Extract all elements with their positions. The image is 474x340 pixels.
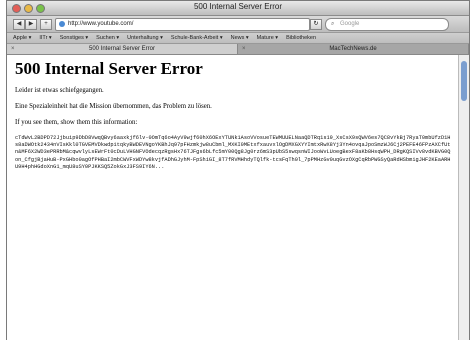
- address-bar[interactable]: http://www.youtube.com/: [55, 18, 310, 31]
- tab-bar: × 500 Internal Server Error × MacTechNew…: [7, 44, 469, 55]
- bookmark-sonstiges[interactable]: Sonstiges ▾: [60, 35, 88, 41]
- browser-toolbar: ◀ ▶ + http://www.youtube.com/ ↻ ⌕ Google: [7, 16, 469, 33]
- refresh-icon[interactable]: ↻: [310, 19, 322, 30]
- search-icon: ⌕: [331, 21, 335, 27]
- close-tab-icon[interactable]: ×: [11, 44, 15, 54]
- vertical-scrollbar[interactable]: [458, 55, 469, 340]
- page-heading: 500 Internal Server Error: [15, 59, 203, 78]
- bookmark-apple[interactable]: Apple ▾: [13, 35, 31, 41]
- debug-info-block: cTdWvL2BDPD72Jjbuip9DbD8VwqQBvy6aaxkjf6l…: [15, 135, 451, 170]
- bookmark-suchen[interactable]: Suchen ▾: [96, 35, 119, 41]
- tab-label: MacTechNews.de: [329, 46, 377, 52]
- bookmark-schule-bank-arbeit[interactable]: Schule-Bank-Arbeit ▾: [171, 35, 223, 41]
- page-content: 500 Internal Server Error Leider ist etw…: [7, 55, 459, 340]
- bookmark-news[interactable]: News ▾: [231, 35, 249, 41]
- forward-button[interactable]: ▶: [25, 19, 37, 30]
- url-text: http://www.youtube.com/: [68, 21, 134, 27]
- site-icon: [59, 21, 65, 27]
- error-message-line-2: Eine Spezialeinheit hat die Mission über…: [15, 103, 212, 110]
- window-title: 500 Internal Server Error: [193, 2, 283, 11]
- scrollbar-thumb[interactable]: [461, 61, 467, 101]
- tab-label: 500 Internal Server Error: [88, 46, 156, 52]
- bookmark-iitr[interactable]: IITr ▾: [39, 35, 51, 41]
- title-bar: 500 Internal Server Error: [7, 1, 469, 16]
- tab-mactechnews[interactable]: × MacTechNews.de: [238, 44, 469, 54]
- tab-500-error[interactable]: × 500 Internal Server Error: [7, 44, 238, 54]
- add-bookmark-button[interactable]: +: [40, 19, 52, 30]
- error-message-line-3: If you see them, show them this informat…: [15, 119, 138, 126]
- browser-window: 500 Internal Server Error ◀ ▶ + http://w…: [6, 0, 470, 340]
- close-tab-icon[interactable]: ×: [242, 44, 246, 54]
- search-placeholder: Google: [340, 21, 360, 27]
- bookmark-mature[interactable]: Mature ▾: [257, 35, 278, 41]
- bookmark-unterhaltung[interactable]: Unterhaltung ▾: [127, 35, 163, 41]
- bookmarks-bar: Apple ▾ IITr ▾ Sonstiges ▾ Suchen ▾ Unte…: [7, 33, 469, 44]
- search-field[interactable]: ⌕ Google: [325, 18, 449, 31]
- error-message-line-1: Leider ist etwas schiefgegangen.: [15, 87, 104, 94]
- bookmark-bibliotheken[interactable]: Bibliotheken: [286, 35, 316, 41]
- back-button[interactable]: ◀: [13, 19, 25, 30]
